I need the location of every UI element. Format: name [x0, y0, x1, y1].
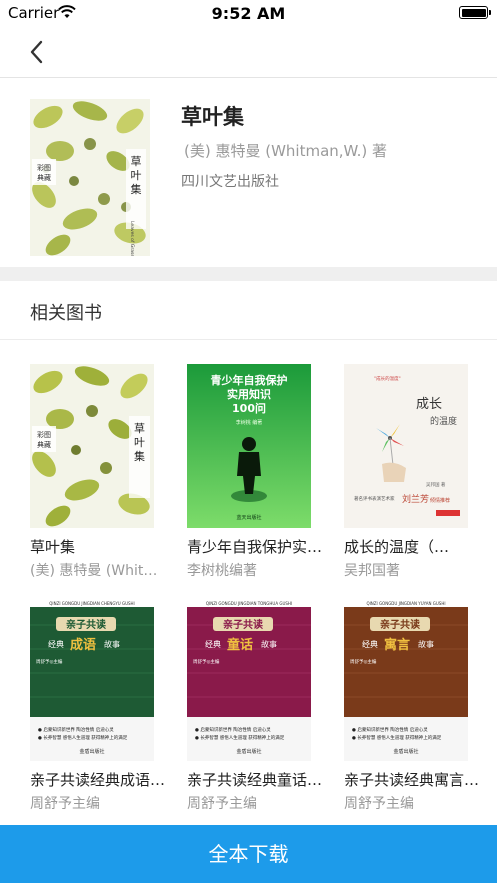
svg-text:经典: 经典: [48, 639, 64, 649]
related-book-author: 周舒予主编: [187, 796, 257, 812]
svg-text:金盾出版社: 金盾出版社: [393, 748, 418, 755]
battery-icon: [459, 6, 491, 19]
svg-text:倾情推荐: 倾情推荐: [430, 497, 450, 504]
svg-text:叶: 叶: [131, 169, 142, 182]
svg-text:成长: 成长: [416, 397, 442, 412]
svg-text:蓝天出版社: 蓝天出版社: [236, 514, 261, 521]
svg-text:周舒予◎主编: 周舒予◎主编: [193, 658, 220, 665]
related-book-item[interactable]: QINZI GONGDU JINGDIAN CHENGYU GUSHI 亲子共读…: [30, 597, 170, 817]
book-cover[interactable]: 青少年自我保护 实用知识 100问 李树桃 编著 蓝天出版社: [187, 364, 311, 528]
svg-text:著名评书表演艺术家: 著名评书表演艺术家: [354, 495, 395, 502]
related-book-title: 草叶集: [30, 538, 76, 556]
book-cover[interactable]: QINZI GONGDU JINGDIAN TONGHUA GUSHI 亲子共读…: [187, 597, 311, 761]
svg-text:彩图: 彩图: [37, 163, 51, 172]
svg-text:亲子共读: 亲子共读: [223, 618, 263, 631]
svg-text:叶: 叶: [134, 436, 145, 449]
svg-text:集: 集: [131, 182, 142, 196]
related-book-title: 亲子共读经典寓言故事: [344, 771, 482, 789]
svg-text:典藏: 典藏: [37, 173, 51, 182]
svg-text:寓言: 寓言: [384, 637, 410, 653]
svg-text:金盾出版社: 金盾出版社: [79, 748, 104, 755]
svg-text:典藏: 典藏: [37, 440, 51, 449]
related-book-author: 周舒予主编: [344, 796, 414, 812]
svg-text:金盾出版社: 金盾出版社: [236, 748, 261, 755]
book-cover[interactable]: QINZI GONGDU JINGDIAN CHENGYU GUSHI 亲子共读…: [30, 597, 154, 761]
svg-text:"成长的温度": "成长的温度": [374, 375, 401, 382]
svg-text:故事: 故事: [261, 639, 277, 649]
book-publisher: 四川文艺出版社: [181, 174, 279, 190]
book-author: (美) 惠特曼 (Whitman,W.) 著: [184, 142, 388, 160]
status-bar: Carrier 9:52 AM: [0, 0, 497, 26]
svg-text:● 启蒙知识新世界 陶冶性情 启迪心灵: ● 启蒙知识新世界 陶冶性情 启迪心灵: [352, 726, 428, 733]
related-book-title: 青少年自我保护实用知识100问: [187, 538, 325, 556]
related-book-title: 亲子共读经典成语故事: [30, 771, 168, 789]
svg-text:的温度: 的温度: [430, 415, 457, 427]
svg-text:亲子共读: 亲子共读: [380, 618, 420, 631]
svg-text:QINZI GONGDU JINGDIAN CHENGYU: QINZI GONGDU JINGDIAN CHENGYU GUSHI: [49, 601, 134, 606]
svg-text:周舒予◎主编: 周舒予◎主编: [350, 658, 377, 665]
svg-text:童话: 童话: [227, 637, 253, 653]
related-book-item[interactable]: QINZI GONGDU JINGDIAN YUYAN GUSHI 亲子共读 经…: [344, 597, 484, 817]
book-cover[interactable]: 彩图 典藏 草 叶 集 Leaves of Grass: [30, 99, 150, 256]
svg-text:● 长养智慧 感悟人生道理 获得精神上的满足: ● 长养智慧 感悟人生道理 获得精神上的满足: [195, 734, 285, 741]
related-book-item[interactable]: 彩图 典藏 草 叶 集 草叶集 (美) 惠特曼 (Whitman,W.) 著: [30, 364, 170, 584]
svg-text:QINZI GONGDU JINGDIAN TONGHUA: QINZI GONGDU JINGDIAN TONGHUA GUSHI: [206, 601, 292, 606]
svg-text:故事: 故事: [104, 639, 120, 649]
svg-text:草: 草: [134, 422, 145, 435]
book-detail-header: 彩图 典藏 草 叶 集 Leaves of Grass 草叶集 (美) 惠特曼 …: [0, 79, 497, 267]
navigation-bar: [0, 26, 497, 78]
related-book-title: 成长的温度（…: [344, 538, 450, 556]
related-book-author: 吴邦国著: [344, 563, 400, 579]
svg-text:Leaves of Grass: Leaves of Grass: [129, 221, 135, 256]
svg-text:● 启蒙知识新世界 陶冶性情 启迪心灵: ● 启蒙知识新世界 陶冶性情 启迪心灵: [195, 726, 271, 733]
svg-text:● 长养智慧 感悟人生道理 获得精神上的满足: ● 长养智慧 感悟人生道理 获得精神上的满足: [352, 734, 442, 741]
svg-text:实用知识: 实用知识: [227, 387, 271, 401]
svg-text:成语: 成语: [70, 637, 96, 653]
related-book-item[interactable]: "成长的温度" 成长 的温度 吴邦国 著 著名评书表演艺术家 刘兰芳 倾情推荐 …: [344, 364, 484, 584]
svg-text:周舒予◎主编: 周舒予◎主编: [36, 658, 63, 665]
section-line: [0, 339, 497, 340]
svg-text:故事: 故事: [418, 639, 434, 649]
download-full-button[interactable]: 全本下载: [0, 825, 497, 883]
svg-text:吴邦国 著: 吴邦国 著: [426, 481, 446, 488]
related-book-author: (美) 惠特曼 (Whitman,W.) 著: [30, 563, 160, 579]
svg-text:经典: 经典: [362, 639, 378, 649]
svg-text:彩图: 彩图: [37, 430, 51, 439]
back-chevron-icon[interactable]: [24, 38, 52, 66]
svg-text:QINZI GONGDU JINGDIAN YUYAN GU: QINZI GONGDU JINGDIAN YUYAN GUSHI: [366, 601, 445, 606]
related-book-title: 亲子共读经典童话故事: [187, 771, 325, 789]
svg-text:100问: 100问: [232, 401, 266, 415]
status-time: 9:52 AM: [211, 4, 286, 23]
related-book-author: 周舒予主编: [30, 796, 100, 812]
svg-text:集: 集: [134, 449, 145, 463]
svg-text:● 长养智慧 感悟人生道理 获得精神上的满足: ● 长养智慧 感悟人生道理 获得精神上的满足: [38, 734, 128, 741]
svg-text:● 启蒙知识新世界 陶冶性情 启迪心灵: ● 启蒙知识新世界 陶冶性情 启迪心灵: [38, 726, 114, 733]
book-cover[interactable]: 彩图 典藏 草 叶 集: [30, 364, 154, 528]
related-book-item[interactable]: QINZI GONGDU JINGDIAN TONGHUA GUSHI 亲子共读…: [187, 597, 327, 817]
svg-text:亲子共读: 亲子共读: [66, 618, 106, 631]
svg-text:青少年自我保护: 青少年自我保护: [211, 373, 288, 387]
svg-text:刘兰芳: 刘兰芳: [402, 493, 429, 505]
book-title: 草叶集: [181, 105, 244, 129]
related-books-heading: 相关图书: [30, 303, 102, 324]
book-cover[interactable]: "成长的温度" 成长 的温度 吴邦国 著 著名评书表演艺术家 刘兰芳 倾情推荐: [344, 364, 468, 528]
book-cover[interactable]: QINZI GONGDU JINGDIAN YUYAN GUSHI 亲子共读 经…: [344, 597, 468, 761]
related-book-item[interactable]: 青少年自我保护 实用知识 100问 李树桃 编著 蓝天出版社 青少年自我保护实用…: [187, 364, 327, 584]
svg-text:草: 草: [131, 155, 142, 168]
section-divider: [0, 267, 497, 281]
svg-text:经典: 经典: [205, 639, 221, 649]
related-book-author: 李树桃编著: [187, 563, 257, 579]
svg-text:李树桃 编著: 李树桃 编著: [236, 419, 263, 426]
